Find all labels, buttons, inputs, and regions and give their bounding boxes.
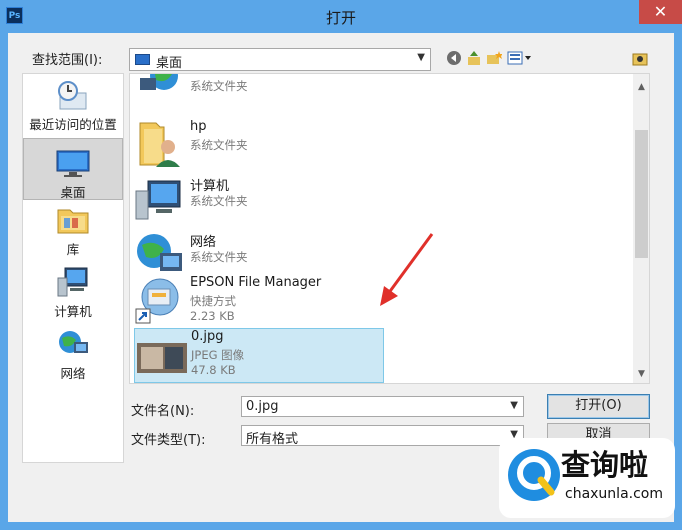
place-label: 桌面 <box>60 185 86 200</box>
dialog-title: 打开 <box>325 9 356 27</box>
filename-label: 文件名(N): <box>131 404 195 419</box>
vertical-scrollbar[interactable]: ▲ ▼ <box>633 74 649 383</box>
file-type: JPEG 图像 <box>191 348 245 362</box>
filetype-value: 所有格式 <box>246 432 299 447</box>
chevron-down-icon[interactable]: ▼ <box>510 400 518 411</box>
filename-value: 0.jpg <box>246 399 279 414</box>
filename-field[interactable]: 0.jpg ▼ <box>241 396 524 417</box>
network-icon <box>137 234 182 271</box>
new-folder-icon[interactable] <box>486 50 503 68</box>
scroll-up-icon[interactable]: ▲ <box>633 82 649 92</box>
list-item[interactable]: 0.jpg JPEG 图像 47.8 KB <box>134 328 384 383</box>
annotation-arrow-icon <box>380 233 434 306</box>
file-name: 计算机 <box>190 179 230 194</box>
computer-icon <box>135 180 181 220</box>
title-bar: Ps 打开 ✕ <box>0 0 682 33</box>
place-recent[interactable]: 最近访问的位置 <box>23 79 123 137</box>
desktop-icon <box>135 54 150 65</box>
file-size: 2.23 KB <box>190 309 235 323</box>
file-name: 0.jpg <box>191 329 224 344</box>
library-icon <box>57 209 89 234</box>
place-computer[interactable]: 计算机 <box>23 266 123 324</box>
watermark-title: 查询啦 <box>561 448 649 482</box>
list-item[interactable]: hp 系统文件夹 <box>134 119 384 174</box>
file-name: 网络 <box>190 235 217 250</box>
file-type: 系统文件夹 <box>190 194 248 208</box>
place-label: 最近访问的位置 <box>29 117 117 132</box>
back-icon[interactable] <box>446 50 462 68</box>
watermark-url: chaxunla.com <box>565 486 663 502</box>
list-item[interactable]: 系统文件夹 <box>134 74 384 115</box>
list-item[interactable]: EPSON File Manager 快捷方式 2.23 KB <box>134 275 384 330</box>
file-name: hp <box>190 119 207 134</box>
lookin-value: 桌面 <box>156 56 183 71</box>
lookin-label: 查找范围(I): <box>32 53 103 68</box>
file-type: 系统文件夹 <box>190 79 248 93</box>
favorites-icon[interactable] <box>632 50 648 68</box>
shortcut-icon <box>135 278 179 324</box>
filetype-label: 文件类型(T): <box>131 433 206 448</box>
file-type: 系统文件夹 <box>190 250 248 264</box>
place-label: 库 <box>66 242 80 257</box>
desktop-icon <box>56 150 90 177</box>
view-menu-icon[interactable] <box>507 50 533 68</box>
close-button[interactable]: ✕ <box>639 0 682 24</box>
network-folder-icon <box>140 74 178 90</box>
chevron-down-icon: ▼ <box>417 52 425 63</box>
up-folder-icon[interactable] <box>466 50 482 68</box>
image-thumbnail-icon <box>137 343 187 373</box>
list-item[interactable]: 计算机 系统文件夹 <box>134 175 384 230</box>
places-bar: 最近访问的位置 桌面 库 计算机 网络 <box>22 73 124 463</box>
open-button[interactable]: 打开(O) <box>547 394 650 419</box>
file-name: EPSON File Manager <box>190 275 322 290</box>
network-icon <box>59 331 88 353</box>
search-logo-icon <box>508 449 560 501</box>
scroll-down-icon[interactable]: ▼ <box>633 369 649 379</box>
recent-places-icon <box>58 81 87 110</box>
place-label: 网络 <box>60 366 86 381</box>
file-type: 快捷方式 <box>190 294 236 308</box>
place-label: 计算机 <box>54 304 92 319</box>
place-desktop[interactable]: 桌面 <box>23 138 123 200</box>
place-library[interactable]: 库 <box>23 204 123 262</box>
place-network[interactable]: 网络 <box>23 328 123 386</box>
filetype-dropdown[interactable]: 所有格式 ▼ <box>241 425 524 447</box>
computer-icon <box>57 267 88 297</box>
file-type: 系统文件夹 <box>190 138 248 152</box>
file-size: 47.8 KB <box>191 363 236 377</box>
watermark: 查询啦 chaxunla.com <box>499 438 675 518</box>
scrollbar-thumb[interactable] <box>635 130 648 258</box>
user-folder-icon <box>139 122 180 167</box>
lookin-dropdown[interactable]: 桌面 ▼ <box>129 48 431 71</box>
